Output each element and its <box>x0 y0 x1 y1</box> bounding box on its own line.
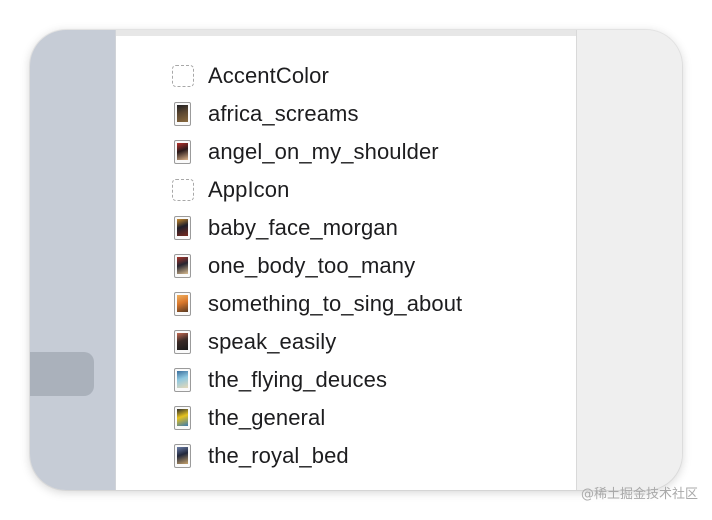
asset-row[interactable]: AppIcon <box>172 171 462 209</box>
asset-label: speak_easily <box>208 329 337 354</box>
app-icon-set-icon <box>172 176 198 204</box>
asset-row[interactable]: the_flying_deuces <box>172 361 462 399</box>
asset-row[interactable]: something_to_sing_about <box>172 285 462 323</box>
asset-label: something_to_sing_about <box>208 291 463 316</box>
poster-thumbnail-icon <box>174 292 191 316</box>
poster-thumbnail-icon <box>174 216 191 240</box>
poster-thumbnail-icon <box>174 368 191 392</box>
asset-label: one_body_too_many <box>208 253 416 278</box>
asset-label: the_royal_bed <box>208 443 349 468</box>
poster-art <box>177 447 188 464</box>
asset-row[interactable]: the_royal_bed <box>172 437 462 475</box>
poster-art <box>177 105 188 122</box>
asset-row[interactable]: one_body_too_many <box>172 247 462 285</box>
poster-art <box>177 257 188 274</box>
poster-thumbnail-icon <box>174 140 191 164</box>
poster-thumbnail-icon <box>174 254 191 278</box>
asset-list: AccentColor africa_screams angel_on_my_sho… <box>172 57 462 475</box>
dashed-placeholder-icon <box>172 65 194 87</box>
asset-label: angel_on_my_shoulder <box>208 139 439 164</box>
image-set-icon <box>172 100 198 128</box>
poster-art <box>177 219 188 236</box>
image-set-icon <box>172 252 198 280</box>
color-set-icon <box>172 62 198 90</box>
image-set-icon <box>172 442 198 470</box>
image-set-icon <box>172 290 198 318</box>
asset-label: the_flying_deuces <box>208 367 388 392</box>
poster-art <box>177 333 188 350</box>
asset-label: the_general <box>208 405 326 430</box>
watermark-text: @稀土掘金技术社区 <box>580 487 698 502</box>
image-set-icon <box>172 138 198 166</box>
asset-row[interactable]: AccentColor <box>172 57 462 95</box>
project-navigator-sidebar <box>30 30 116 490</box>
asset-label: africa_screams <box>208 101 359 126</box>
poster-thumbnail-icon <box>174 406 191 430</box>
asset-row[interactable]: baby_face_morgan <box>172 209 462 247</box>
asset-row[interactable]: africa_screams <box>172 95 462 133</box>
image-set-icon <box>172 328 198 356</box>
asset-label: AppIcon <box>208 177 290 202</box>
poster-art <box>177 143 188 160</box>
xcode-window: AccentColor africa_screams angel_on_my_sho… <box>30 30 682 490</box>
sidebar-selected-row[interactable] <box>30 352 94 396</box>
asset-label: AccentColor <box>208 63 329 88</box>
poster-art <box>177 371 188 388</box>
asset-row[interactable]: speak_easily <box>172 323 462 361</box>
image-set-icon <box>172 404 198 432</box>
asset-label: baby_face_morgan <box>208 215 398 240</box>
poster-thumbnail-icon <box>174 444 191 468</box>
image-set-icon <box>172 214 198 242</box>
asset-row[interactable]: the_general <box>172 399 462 437</box>
poster-art <box>177 295 188 312</box>
poster-thumbnail-icon <box>174 102 191 126</box>
asset-row[interactable]: angel_on_my_shoulder <box>172 133 462 171</box>
image-set-icon <box>172 366 198 394</box>
poster-thumbnail-icon <box>174 330 191 354</box>
asset-catalog-outline: AccentColor africa_screams angel_on_my_sho… <box>116 30 576 490</box>
poster-art <box>177 409 188 426</box>
dashed-placeholder-icon <box>172 179 194 201</box>
panel-top-rule <box>116 30 576 36</box>
asset-detail-area <box>577 30 682 490</box>
